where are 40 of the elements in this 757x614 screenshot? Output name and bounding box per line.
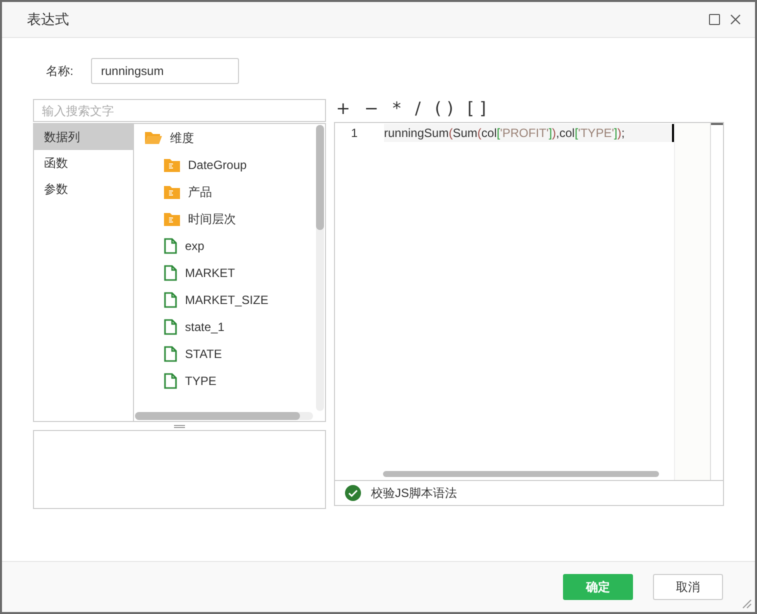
category-item[interactable]: 数据列 bbox=[34, 124, 133, 150]
folder-icon bbox=[164, 158, 180, 172]
tree-item[interactable]: TYPE bbox=[134, 367, 315, 394]
tree-item[interactable]: state_1 bbox=[134, 313, 315, 340]
tree-item[interactable]: 维度 bbox=[134, 124, 315, 151]
tree-item[interactable]: MARKET_SIZE bbox=[134, 286, 315, 313]
folder-icon bbox=[164, 184, 180, 198]
validation-label: 校验JS脚本语法 bbox=[371, 485, 458, 502]
line-number: 1 bbox=[350, 125, 359, 142]
file-icon bbox=[164, 238, 177, 254]
cancel-button[interactable]: 取消 bbox=[653, 574, 723, 600]
tree-item[interactable]: 时间层次 bbox=[134, 205, 315, 232]
operator-button[interactable]: [ ] bbox=[467, 101, 486, 118]
folder-icon bbox=[164, 212, 180, 226]
tree-item[interactable]: STATE bbox=[134, 340, 315, 367]
scrollbar-thumb[interactable] bbox=[383, 471, 659, 477]
operator-button[interactable]: * bbox=[392, 101, 401, 118]
search-field[interactable]: 输入搜索文字 bbox=[33, 99, 326, 122]
resize-grip-icon[interactable] bbox=[740, 597, 752, 609]
folder-icon bbox=[144, 130, 162, 146]
file-icon bbox=[164, 264, 177, 280]
scrollbar-thumb[interactable] bbox=[316, 125, 324, 230]
dialog-title: 表达式 bbox=[27, 10, 69, 29]
file-icon bbox=[164, 292, 177, 308]
maximize-icon[interactable] bbox=[709, 14, 720, 25]
tree-item[interactable]: 产品 bbox=[134, 178, 315, 205]
tree-item[interactable]: exp bbox=[134, 232, 315, 259]
resize-handle[interactable] bbox=[174, 424, 185, 428]
close-icon[interactable] bbox=[728, 12, 742, 26]
tree-item[interactable]: MARKET bbox=[134, 259, 315, 286]
name-input[interactable]: runningsum bbox=[91, 58, 239, 84]
file-icon bbox=[164, 318, 177, 334]
tree-item[interactable]: DateGroup bbox=[134, 151, 315, 178]
operator-button[interactable]: + bbox=[336, 101, 350, 118]
file-icon bbox=[164, 372, 177, 388]
operator-button[interactable]: − bbox=[364, 101, 378, 118]
operator-button[interactable]: ( ) bbox=[434, 101, 454, 118]
operator-button[interactable]: / bbox=[415, 101, 421, 118]
name-label: 名称: bbox=[46, 63, 74, 80]
file-icon bbox=[164, 346, 177, 362]
